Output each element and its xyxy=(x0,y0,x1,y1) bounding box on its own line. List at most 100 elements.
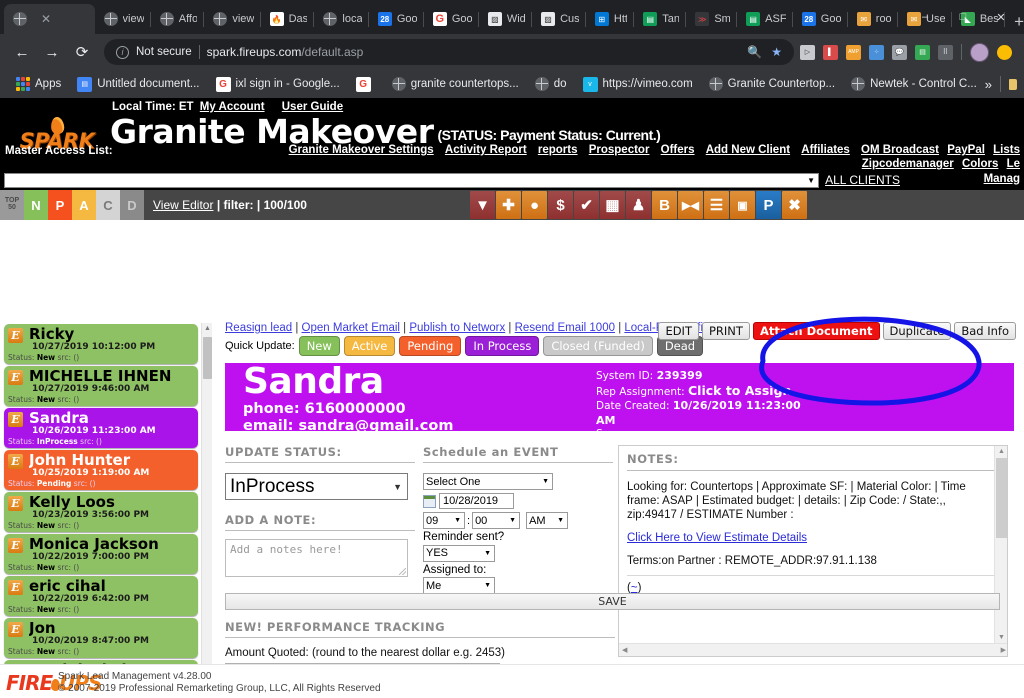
resend-email-link[interactable]: Resend Email 1000 xyxy=(515,322,615,334)
bad-info-button[interactable]: Bad Info xyxy=(954,322,1016,340)
nav-affiliates[interactable]: Affiliates xyxy=(801,144,850,156)
chip-pending[interactable]: P xyxy=(48,190,72,220)
list-item[interactable]: E Jon 10/20/2019 8:47:00 PM Status: New … xyxy=(4,618,198,658)
scrollbar-thumb[interactable] xyxy=(203,337,212,379)
bookmark-granite-countertops[interactable]: granite countertops... xyxy=(384,74,527,94)
bookmark-untitled-document[interactable]: ▤ Untitled document... xyxy=(69,74,207,95)
browser-tab-7[interactable]: G Goo xyxy=(424,4,479,34)
list-item[interactable]: E MICHELLE IHNEN 10/27/2019 9:46:00 AM S… xyxy=(4,366,198,406)
note-textarea[interactable]: Add a notes here! xyxy=(225,539,408,577)
lead-list-scrollbar[interactable]: ▲ ▼ xyxy=(201,323,212,698)
browser-tab-13[interactable]: ▤ ASF xyxy=(737,4,793,34)
back-icon[interactable]: ← xyxy=(8,38,36,66)
browser-tab-8[interactable]: ▨ Wid xyxy=(479,4,533,34)
attach-document-button[interactable]: Attach Document xyxy=(752,322,880,340)
browser-tab-2[interactable]: Affo xyxy=(151,4,205,34)
minute-select[interactable]: 00 ▼ xyxy=(472,512,521,529)
hour-select[interactable]: 09 ▼ xyxy=(423,512,465,529)
reload-icon[interactable]: ⟳ xyxy=(68,38,96,66)
nav-activity-report[interactable]: Activity Report xyxy=(445,144,527,156)
chip-active[interactable]: A xyxy=(72,190,96,220)
scroll-left-icon[interactable]: ◀ xyxy=(622,646,627,654)
edit-button[interactable]: EDIT xyxy=(658,322,699,340)
quick-active-button[interactable]: Active xyxy=(343,336,396,356)
list-item[interactable]: E Kelly Loos 10/23/2019 3:56:00 PM Statu… xyxy=(4,492,198,532)
menu-icon[interactable] xyxy=(997,44,1012,60)
bookmark-google[interactable]: G xyxy=(348,74,384,95)
reminder-select[interactable]: YES ▼ xyxy=(423,544,495,562)
notes-horizontal-scrollbar[interactable]: ◀ ▶ xyxy=(619,643,1007,656)
browser-tab-6[interactable]: 28 Goo xyxy=(369,4,424,34)
list-item[interactable]: E Ricky 10/27/2019 10:12:00 PM Status: N… xyxy=(4,324,198,364)
address-bar[interactable]: i Not secure spark.fireups.com/default.a… xyxy=(104,39,794,65)
nodes-extension-icon[interactable]: ⁘ xyxy=(869,44,884,60)
duplicate-button[interactable]: Duplicate xyxy=(882,322,952,340)
bookmark-vimeo[interactable]: v https://vimeo.com xyxy=(575,74,701,95)
bold-b-icon[interactable]: B xyxy=(652,191,677,219)
nav-zipcodemanager[interactable]: Zipcodemanager xyxy=(862,158,954,170)
forward-icon[interactable]: → xyxy=(38,38,66,66)
view-estimate-details-link[interactable]: Click Here to View Estimate Details xyxy=(627,532,807,544)
flame-icon[interactable]: ● xyxy=(522,191,547,219)
bookmark-star-icon[interactable]: ★ xyxy=(771,45,782,59)
browser-tab-9[interactable]: ▨ Cus xyxy=(532,4,586,34)
event-type-select[interactable]: Select One ▼ xyxy=(423,473,553,490)
search-icon[interactable]: 🔍 xyxy=(747,45,762,59)
quick-in-process-button[interactable]: In Process xyxy=(465,336,540,356)
stamp-icon[interactable]: ▣ xyxy=(730,191,755,219)
filter-icon[interactable]: ▼ xyxy=(470,191,495,219)
nav-lead-manager-wrap[interactable]: Manag xyxy=(984,173,1020,185)
status-select[interactable]: InProcess ▼ xyxy=(225,473,408,500)
list-item-selected[interactable]: E Sandra 10/26/2019 11:23:00 AM Status: … xyxy=(4,408,198,448)
nav-granite-makeover-settings[interactable]: Granite Makeover Settings xyxy=(289,144,434,156)
browser-tab-15[interactable]: ✉ roo xyxy=(848,4,899,34)
quick-new-button[interactable]: New xyxy=(298,336,340,356)
quick-pending-button[interactable]: Pending xyxy=(399,336,462,356)
ampm-select[interactable]: AM ▼ xyxy=(526,512,569,529)
browser-tab-4[interactable]: 🔥 Das xyxy=(261,4,315,34)
list-icon[interactable]: ☰ xyxy=(704,191,729,219)
extension-icon-1[interactable]: ▷ xyxy=(800,44,815,60)
open-market-email-link[interactable]: Open Market Email xyxy=(302,322,400,334)
nav-om-broadcast[interactable]: OM Broadcast xyxy=(861,144,939,156)
print-button[interactable]: PRINT xyxy=(701,322,750,340)
chevron-overflow-icon[interactable]: » xyxy=(985,77,992,92)
avatar[interactable] xyxy=(970,42,989,62)
nav-reports[interactable]: reports xyxy=(538,144,578,156)
person-icon[interactable]: ♟ xyxy=(626,191,651,219)
publish-to-networx-link[interactable]: Publish to Networx xyxy=(409,322,505,334)
nav-prospector[interactable]: Prospector xyxy=(589,144,650,156)
chip-dead[interactable]: D xyxy=(120,190,144,220)
checkmark-icon[interactable]: ✔ xyxy=(574,191,599,219)
nav-colors[interactable]: Colors xyxy=(962,158,998,170)
bookmark-newtek[interactable]: Newtek - Control C... xyxy=(843,74,985,94)
browser-tab-3[interactable]: view xyxy=(204,4,261,34)
grid-icon[interactable]: ▦ xyxy=(600,191,625,219)
sheet-extension-icon[interactable]: ▤ xyxy=(915,44,930,60)
scroll-up-icon[interactable]: ▲ xyxy=(202,323,213,335)
nav-lists[interactable]: Lists xyxy=(993,144,1020,156)
scroll-up-icon[interactable]: ▲ xyxy=(995,446,1007,458)
bookmark-ixl-sign-in[interactable]: G ixl sign in - Google... xyxy=(208,74,348,95)
chat-extension-icon[interactable]: 💬 xyxy=(892,44,907,60)
scrollbar-thumb[interactable] xyxy=(996,458,1007,538)
browser-tab-1[interactable]: view xyxy=(95,4,151,34)
quick-closed-button[interactable]: Closed (Funded) xyxy=(543,336,653,356)
nav-add-new-client[interactable]: Add New Client xyxy=(706,144,790,156)
extension-icon-2[interactable]: ▌ xyxy=(823,44,838,60)
chip-closed[interactable]: C xyxy=(96,190,120,220)
save-button[interactable]: SAVE xyxy=(225,593,1000,610)
browser-tab-active[interactable]: ✕ xyxy=(4,4,95,34)
chip-new[interactable]: N xyxy=(24,190,48,220)
browser-tab-12[interactable]: ≫ Sm xyxy=(686,4,738,34)
event-date-input[interactable]: 10/28/2019 xyxy=(439,493,514,509)
browser-tab-11[interactable]: ▤ Tan xyxy=(634,4,687,34)
list-item[interactable]: E Monica Jackson 10/22/2019 7:00:00 PM S… xyxy=(4,534,198,574)
close-icon[interactable]: ✕ xyxy=(41,13,51,25)
scroll-right-icon[interactable]: ▶ xyxy=(1001,646,1006,654)
nav-paypal[interactable]: PayPal xyxy=(947,144,985,156)
bookmark-granite-countertop[interactable]: Granite Countertop... xyxy=(701,74,843,94)
add-icon[interactable]: ✚ xyxy=(496,191,521,219)
calendar-icon[interactable] xyxy=(423,494,436,508)
browser-tab-5[interactable]: loca xyxy=(314,4,369,34)
